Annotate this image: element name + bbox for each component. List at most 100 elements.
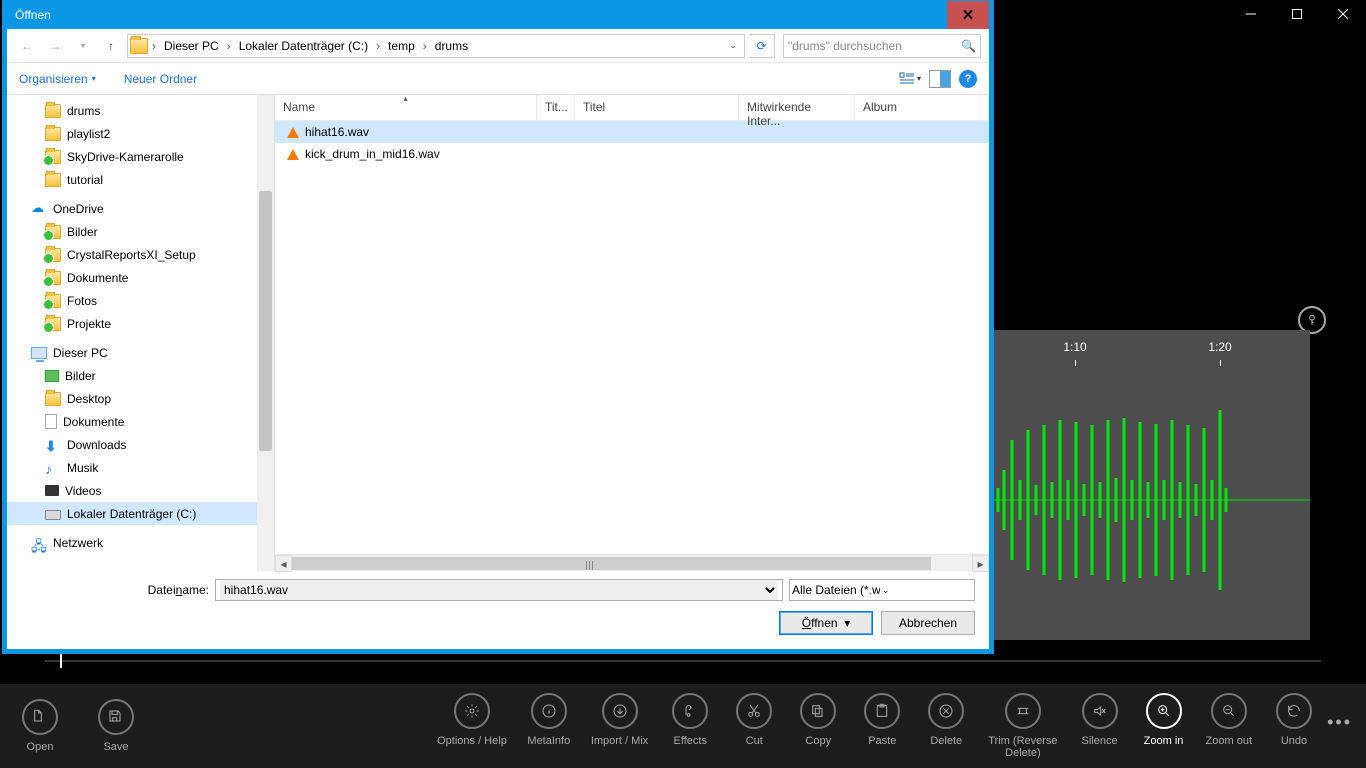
breadcrumb-bar[interactable]: › Dieser PC › Lokaler Datenträger (C:) ›…	[127, 34, 745, 58]
tree-item[interactable]: playlist2	[7, 122, 274, 145]
dialog-close-button[interactable]: ✕	[947, 1, 989, 29]
horizontal-scrollbar[interactable]: ◂ ▸	[275, 554, 989, 571]
filename-input[interactable]: hihat16.wav	[215, 579, 783, 601]
breadcrumb-item[interactable]: temp	[384, 39, 419, 53]
close-button[interactable]	[1320, 0, 1366, 28]
options-button[interactable]: Options / Help	[437, 693, 507, 759]
breadcrumb-item[interactable]: Lokaler Datenträger (C:)	[235, 39, 372, 53]
tree-item[interactable]: Bilder	[7, 220, 274, 243]
tree-item[interactable]: tutorial	[7, 168, 274, 191]
tree-item[interactable]: SkyDrive-Kamerarolle	[7, 145, 274, 168]
file-name: kick_drum_in_mid16.wav	[305, 147, 440, 161]
file-row[interactable]: hihat16.wav	[275, 121, 989, 143]
tree-item[interactable]: Lokaler Datenträger (C:)	[7, 502, 274, 525]
minimize-button[interactable]	[1228, 0, 1274, 28]
dialog-titlebar[interactable]: Öffnen ✕	[7, 1, 989, 29]
waveform-display[interactable]	[990, 370, 1310, 630]
scrub-playhead[interactable]	[60, 654, 62, 668]
paste-icon	[864, 693, 900, 729]
scroll-left-button[interactable]: ◂	[275, 555, 292, 572]
undo-button[interactable]: Undo	[1272, 693, 1316, 759]
preview-pane-button[interactable]	[929, 70, 951, 88]
cancel-button[interactable]: Abbrechen	[881, 611, 975, 635]
zoomout-button[interactable]: Zoom out	[1206, 693, 1252, 759]
metainfo-button[interactable]: MetaInfo	[527, 693, 571, 759]
timeline-ruler[interactable]: 1:10 1:20	[990, 340, 1310, 364]
view-mode-button[interactable]: ▾	[899, 72, 921, 86]
organize-menu[interactable]: Organisieren▾	[19, 72, 96, 86]
chevron-right-icon[interactable]: ›	[225, 39, 233, 53]
zoomin-button[interactable]: Zoom in	[1142, 693, 1186, 759]
nav-recent-dropdown[interactable]: ▾	[71, 34, 95, 58]
dialog-toolbar: Organisieren▾ Neuer Ordner ▾ ?	[7, 63, 989, 95]
cut-button[interactable]: Cut	[732, 693, 776, 759]
import-button[interactable]: Import / Mix	[591, 693, 648, 759]
filetype-select[interactable]: Alle Dateien (*.wav;*.mp3;*.wm⌄	[789, 579, 975, 601]
folder-chk-icon	[45, 150, 61, 164]
dialog-footer: Dateiname: hihat16.wav Alle Dateien (*.w…	[7, 571, 989, 649]
nav-back-button[interactable]: ←	[15, 34, 39, 58]
address-dropdown-button[interactable]: ⌄	[724, 40, 742, 51]
file-row[interactable]: kick_drum_in_mid16.wav	[275, 143, 989, 165]
toolbar-label: Open	[27, 741, 54, 753]
tree-item[interactable]: drums	[7, 99, 274, 122]
scrollbar-thumb[interactable]	[259, 191, 272, 451]
delete-button[interactable]: Delete	[924, 693, 968, 759]
delete-icon	[928, 693, 964, 729]
tree-item[interactable]: Fotos	[7, 289, 274, 312]
tree-item[interactable]: ☁OneDrive	[7, 197, 274, 220]
search-input[interactable]: "drums" durchsuchen 🔍	[783, 34, 981, 58]
column-title[interactable]: Titel	[575, 95, 739, 120]
new-folder-button[interactable]: Neuer Ordner	[124, 72, 197, 86]
breadcrumb-item[interactable]: drums	[431, 39, 472, 53]
folder-tree[interactable]: drumsplaylist2 SkyDrive-Kamerarolle tutori…	[7, 95, 275, 571]
undo-icon	[1276, 693, 1312, 729]
nav-forward-button[interactable]: →	[43, 34, 67, 58]
copy-button[interactable]: Copy	[796, 693, 840, 759]
bottom-toolbar: Open Save Options / Help MetaInfo Import / …	[0, 684, 1366, 768]
maximize-button[interactable]	[1274, 0, 1320, 28]
open-button[interactable]: Öffnen ▾	[779, 611, 873, 635]
tree-label: SkyDrive-Kamerarolle	[67, 150, 184, 164]
tree-item[interactable]: Desktop	[7, 387, 274, 410]
search-icon: 🔍	[961, 39, 976, 53]
save-button[interactable]: Save	[94, 699, 138, 753]
tree-item[interactable]: ♪Musik	[7, 456, 274, 479]
tree-label: Dokumente	[63, 415, 124, 429]
column-name[interactable]: ▴Name	[275, 95, 537, 120]
paste-button[interactable]: Paste	[860, 693, 904, 759]
tree-item[interactable]: CrystalReportsXI_Setup	[7, 243, 274, 266]
tree-item[interactable]: Projekte	[7, 312, 274, 335]
search-placeholder: "drums" durchsuchen	[788, 39, 902, 53]
chevron-right-icon[interactable]: ›	[150, 39, 158, 53]
column-headers[interactable]: ▴Name Tit... Titel Mitwirkende Inter... …	[275, 95, 989, 121]
scrub-track[interactable]	[45, 660, 1321, 662]
column-artist[interactable]: Mitwirkende Inter...	[739, 95, 855, 120]
toolbar-label: Import / Mix	[591, 735, 648, 747]
effects-button[interactable]: Effects	[668, 693, 712, 759]
column-album[interactable]: Album	[855, 95, 989, 120]
tree-scrollbar[interactable]	[257, 95, 274, 571]
tree-item[interactable]: Dieser PC	[7, 341, 274, 364]
column-tracknum[interactable]: Tit...	[537, 95, 575, 120]
tree-item[interactable]: Videos	[7, 479, 274, 502]
help-button[interactable]: ?	[959, 70, 977, 88]
tree-item[interactable]: Bilder	[7, 364, 274, 387]
toolbar-label: Undo	[1281, 735, 1307, 747]
refresh-button[interactable]: ⟳	[749, 34, 775, 58]
silence-button[interactable]: Silence	[1078, 693, 1122, 759]
tree-item[interactable]: 🖧Netzwerk	[7, 531, 274, 554]
nav-up-button[interactable]: ↑	[99, 34, 123, 58]
more-button[interactable]: •••	[1327, 712, 1352, 733]
breadcrumb-item[interactable]: Dieser PC	[160, 39, 223, 53]
scroll-right-button[interactable]: ▸	[972, 555, 989, 572]
tree-item[interactable]: Dokumente	[7, 266, 274, 289]
tree-item[interactable]: Dokumente	[7, 410, 274, 433]
chevron-right-icon[interactable]: ›	[374, 39, 382, 53]
open-button[interactable]: Open	[18, 699, 62, 753]
tree-item[interactable]: ⬇Downloads	[7, 433, 274, 456]
scrollbar-thumb[interactable]	[292, 557, 931, 570]
dl-icon: ⬇	[45, 438, 61, 452]
trim-button[interactable]: Trim (Reverse Delete)	[988, 693, 1057, 759]
chevron-right-icon[interactable]: ›	[421, 39, 429, 53]
